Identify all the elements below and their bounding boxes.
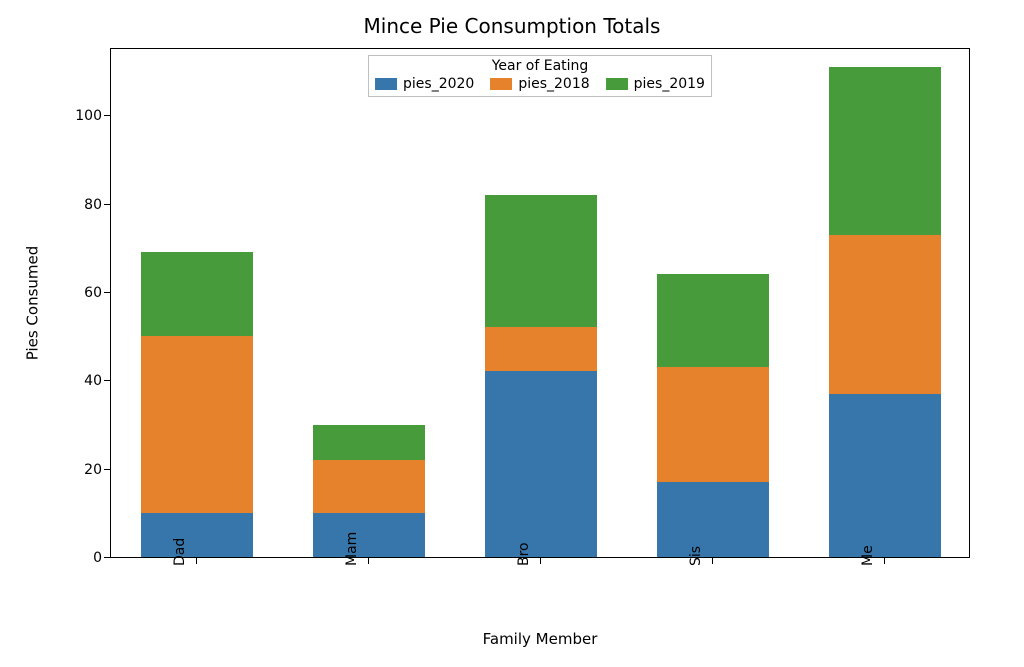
x-tick-label: Sis (688, 546, 704, 566)
y-tick-label: 40 (52, 373, 102, 389)
bar-segment-pies_2018 (657, 367, 769, 482)
y-tick-label: 20 (52, 462, 102, 478)
bar-segment-pies_2018 (485, 327, 597, 371)
bar-bro (485, 47, 597, 557)
bar-segment-pies_2018 (829, 235, 941, 394)
bar-sis (657, 47, 769, 557)
x-tick-mark (368, 558, 369, 564)
y-tick-label: 60 (52, 285, 102, 301)
y-tick-label: 100 (52, 108, 102, 124)
bar-segment-pies_2019 (657, 274, 769, 367)
x-tick-label: Me (860, 545, 876, 566)
x-tick-mark (884, 558, 885, 564)
bar-segment-pies_2020 (141, 513, 253, 557)
x-tick-label: Dad (172, 538, 188, 566)
y-axis: 020406080100 (0, 48, 110, 558)
chart-title: Mince Pie Consumption Totals (0, 14, 1024, 38)
bar-segment-pies_2020 (313, 513, 425, 557)
bar-segment-pies_2020 (829, 394, 941, 557)
x-tick-mark (540, 558, 541, 564)
bar-segment-pies_2019 (829, 67, 941, 235)
bar-segment-pies_2019 (485, 195, 597, 328)
y-tick-label: 80 (52, 197, 102, 213)
x-axis-label: Family Member (110, 630, 970, 648)
y-tick-label: 0 (52, 550, 102, 566)
x-tick-label: Bro (516, 542, 532, 566)
x-tick-mark (196, 558, 197, 564)
bar-dad (141, 47, 253, 557)
bar-segment-pies_2020 (657, 482, 769, 557)
plot-area: Year of Eating pies_2020 pies_2018 pies_… (110, 48, 970, 558)
bar-me (829, 47, 941, 557)
bar-segment-pies_2018 (141, 336, 253, 513)
x-tick-label: Mam (344, 532, 360, 566)
bar-mam (313, 47, 425, 557)
bar-segment-pies_2019 (313, 425, 425, 460)
legend-swatch-green (606, 78, 628, 90)
bar-segment-pies_2018 (313, 460, 425, 513)
bar-segment-pies_2019 (141, 252, 253, 336)
x-tick-mark (712, 558, 713, 564)
chart-container: Mince Pie Consumption Totals Pies Consum… (0, 0, 1024, 667)
bar-segment-pies_2020 (485, 371, 597, 557)
